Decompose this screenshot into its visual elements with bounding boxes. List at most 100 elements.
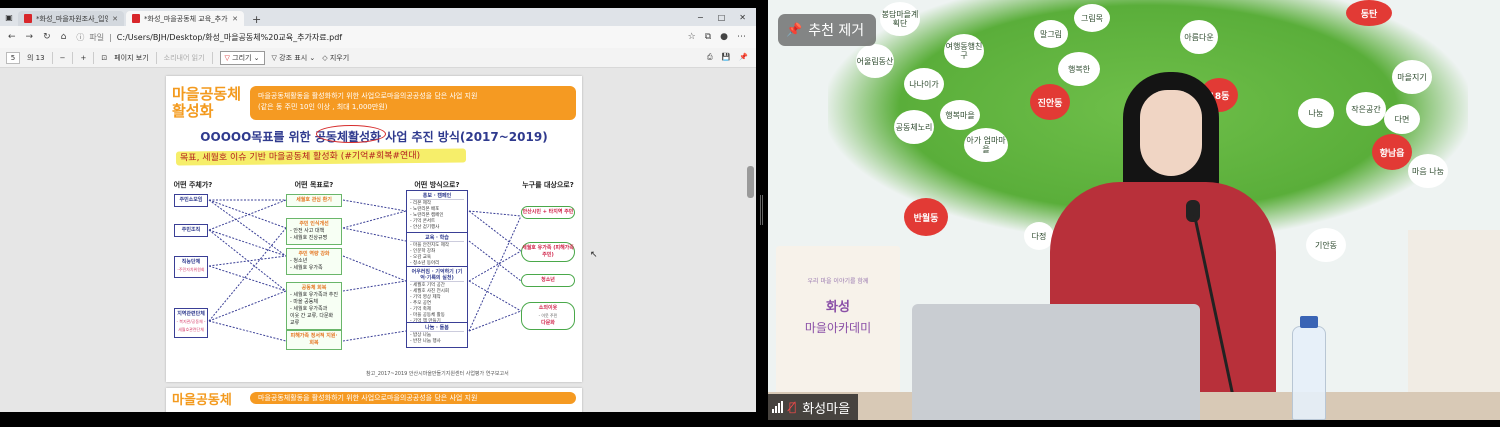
back-icon[interactable]: ← — [8, 32, 16, 42]
laptop — [912, 304, 1200, 420]
apple-label: 동탄 — [1346, 0, 1392, 26]
page-view-button[interactable]: 페이지 보기 — [114, 53, 148, 63]
column-heading: 어떤 주체가? — [173, 181, 213, 189]
water-bottle — [1292, 326, 1326, 420]
section-banner: 마을공동체활동을 활성화하기 위한 사업으로마을의공공성을 담은 사업 지원 — [250, 392, 576, 404]
refresh-icon[interactable]: ↻ — [43, 32, 51, 42]
column-heading: 어떤 방식으로? — [414, 181, 460, 189]
tab-title: *화성_마을공동체 교육_추가자료.pdf — [144, 14, 228, 23]
draw-button[interactable]: ▽ 그리기 ⌄ — [219, 50, 265, 65]
section-title: 마을공동체 — [172, 393, 232, 408]
leaf-label: 마을지기 — [1392, 60, 1432, 94]
goal-box: 공동체 회복 - 세월호 유가족과 추진 - 마을 공동체 - 세월호 유가족과 이웃… — [286, 282, 342, 330]
target-box: 청소년 — [521, 274, 575, 287]
save-icon[interactable]: 💾 — [722, 53, 731, 62]
browser-tab[interactable]: *화성_마을자원조사_입영호.pdf ✕ — [18, 11, 124, 26]
pdf-page: 마을공동체 활성화 마을공동체활동을 활성화하기 위한 사업으로마을의공공성을 … — [166, 76, 582, 382]
leaf-label: 공동체노리 — [894, 110, 934, 144]
apple-label: 반월동 — [904, 198, 948, 236]
leaf-label: 아름다운 — [1180, 20, 1218, 54]
leaf-label: 아가 엄마마을 — [964, 128, 1008, 162]
remove-spotlight-label: 추천 제거 — [808, 23, 865, 39]
pdf-icon — [132, 14, 140, 23]
subject-box: 직능단체 -주민자치위원회 — [174, 256, 208, 278]
close-icon[interactable]: ✕ — [739, 13, 746, 22]
profile-icon[interactable]: ● — [720, 32, 728, 42]
subject-box: 지역관련단체 - 복지관/공동체 - 세월호관련단체 — [174, 308, 208, 338]
goal-box: 피해가족 정서적 지원·회복 — [286, 330, 342, 350]
participant-name: 화성마을 — [802, 401, 851, 417]
new-tab-button[interactable]: + — [246, 13, 267, 26]
pdf-page-next: 마을공동체 마을공동체활동을 활성화하기 위한 사업으로마을의공공성을 담은 사… — [166, 388, 582, 412]
scroll-thumb[interactable] — [747, 166, 754, 198]
apple-label: 향남읍 — [1372, 134, 1412, 170]
info-icon[interactable]: ⓘ — [76, 32, 84, 43]
browser-tab-active[interactable]: *화성_마을공동체 교육_추가자료.pdf ✕ — [126, 11, 244, 26]
highlight-button[interactable]: ▽ 강조 표시 ⌄ — [272, 53, 316, 63]
menu-icon[interactable]: ⋯ — [737, 32, 746, 42]
pin-icon[interactable]: 📌 — [739, 53, 748, 62]
pdf-scrollbar[interactable] — [747, 70, 754, 410]
leaf-label: 봉담마을계획단 — [880, 2, 920, 36]
goal-box: 주민 인식개선 - 안전 사고 대책 - 세월호 진상규명 — [286, 218, 342, 245]
address-bar: ← → ↻ ⌂ ⓘ 파일 | C:/Users/BJH/Desktop/화성_마… — [0, 26, 756, 48]
method-box: 어우러짐 · 기억하기 (기억·기록의 실천) - 세월호 기억 공간 - 세월호 … — [406, 266, 468, 328]
leaf-label: 여행동행친구 — [944, 34, 984, 68]
zoom-in-button[interactable]: + — [80, 54, 86, 62]
video-call-screen: ▣ *화성_마을자원조사_입영호.pdf ✕ *화성_마을공동체 교육_추가자료… — [0, 0, 1500, 427]
mouse-cursor-icon: ↖ — [590, 250, 598, 260]
print-icon[interactable]: ⎙ — [707, 53, 713, 62]
target-box: 소외이웃 - 이웃 주민 다문화 — [521, 302, 575, 330]
column-heading: 어떤 목표로? — [294, 181, 334, 189]
banner-subtitle: 마을아카데미 — [804, 321, 872, 335]
section-banner: 마을공동체활동을 활성화하기 위한 사업으로마을의공공성을 담은 사업 지원 (… — [250, 86, 576, 120]
url-field[interactable]: ⓘ 파일 | C:/Users/BJH/Desktop/화성_마을공동체%20교… — [76, 32, 536, 43]
home-icon[interactable]: ⌂ — [61, 32, 67, 42]
leaf-label: 말그림 — [1034, 20, 1068, 48]
speaker-face — [1140, 90, 1202, 176]
diagram-connectors — [208, 199, 522, 342]
minimize-icon[interactable]: − — [697, 13, 704, 22]
remove-spotlight-button[interactable]: 📌 추천 제거 — [778, 14, 877, 46]
leaf-label: 다면 — [1384, 104, 1420, 134]
pdf-viewer[interactable]: 마을공동체 활성화 마을공동체활동을 활성화하기 위한 사업으로마을의공공성을 … — [0, 68, 756, 412]
participant-video[interactable]: 봉담마을계획단 어울림동산 여행동행친구 나나이가 아름다운 그림목 말그림 행… — [768, 0, 1500, 420]
goal-box: 세월호 관심 환기 — [286, 194, 342, 207]
mic-muted-icon: 🎙̸ — [789, 400, 797, 414]
method-box: 나눔 · 돌봄 - 밥상 나눔 - 반찬 나눔 행사 — [406, 322, 468, 348]
fit-page-icon[interactable]: ⊡ — [101, 54, 107, 62]
leaf-label: 행복마을 — [940, 100, 980, 130]
window-controls: − □ ✕ — [697, 8, 756, 26]
signal-strength-icon — [772, 401, 783, 413]
column-heading: 누구를 대상으로? — [522, 181, 574, 189]
scheme-label: 파일 — [89, 32, 105, 42]
apple-label: 진안동 — [1030, 84, 1070, 120]
leaf-label: 기안동 — [1306, 228, 1346, 262]
goal-box: 주민 역량 강화 - 청소년 - 세월호 유가족 — [286, 248, 342, 275]
pen-icon: ▽ — [224, 53, 233, 62]
section-title: 마을공동체 활성화 — [172, 85, 242, 120]
pdf-icon — [24, 14, 32, 23]
screen-share: ▣ *화성_마을자원조사_입영호.pdf ✕ *화성_마을공동체 교육_추가자료… — [0, 8, 756, 412]
tab-actions-icon[interactable]: ▣ — [0, 8, 18, 26]
divider-grip-icon[interactable] — [760, 195, 763, 225]
zoom-out-button[interactable]: − — [60, 54, 66, 62]
tab-close-icon[interactable]: ✕ — [232, 15, 238, 23]
favorite-icon[interactable]: ☆ — [688, 32, 696, 42]
leaf-label: 그림목 — [1074, 4, 1110, 32]
participant-name-tag: 🎙̸ 화성마을 — [768, 394, 859, 420]
banner-title: 화성 — [826, 300, 850, 315]
tab-close-icon[interactable]: ✕ — [112, 15, 118, 23]
read-aloud-button[interactable]: 소리내어 읽기 — [164, 53, 205, 63]
subject-box: 주민조직 — [174, 224, 208, 237]
tab-title: *화성_마을자원조사_입영호.pdf — [36, 14, 109, 23]
erase-button[interactable]: ◇ 지우기 — [322, 53, 349, 63]
collections-icon[interactable]: ⧉ — [705, 32, 711, 42]
ink-circle-annotation — [316, 125, 386, 143]
target-box: 안산시민 + 타지역 주민 — [521, 206, 575, 219]
forward-icon[interactable]: → — [26, 32, 34, 42]
highlighter-icon: ▽ — [271, 53, 280, 62]
maximize-icon[interactable]: □ — [718, 13, 726, 22]
leaf-label: 어울림동산 — [856, 44, 894, 78]
page-number-input[interactable]: 5 — [6, 51, 20, 64]
